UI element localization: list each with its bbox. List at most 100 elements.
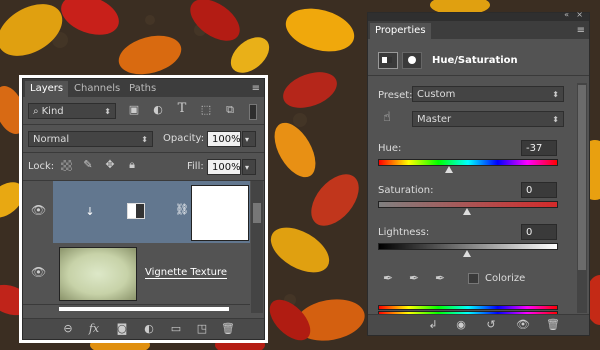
lock-pixels-brush-icon[interactable]: ✎ xyxy=(81,158,95,171)
scrollbar-thumb[interactable] xyxy=(253,203,261,223)
layers-scrollbar[interactable] xyxy=(251,181,263,313)
lock-label: Lock: xyxy=(28,161,55,172)
chevron-down-icon: ⬍ xyxy=(104,107,111,116)
layer-name[interactable]: Vignette Texture xyxy=(145,267,228,279)
blend-mode-value: Normal xyxy=(33,134,70,145)
divider xyxy=(23,124,264,125)
eye-icon[interactable]: 👁︎ xyxy=(31,265,46,279)
eyedropper-minus-icon[interactable]: ✒ xyxy=(432,271,448,285)
filter-kind-label: Kind xyxy=(41,106,64,117)
filter-toggle[interactable] xyxy=(249,104,257,120)
opacity-label: Opacity: xyxy=(163,133,205,144)
smart-object-filter-icon[interactable]: ⧉ xyxy=(223,103,237,117)
adjustment-icon[interactable]: ◐ xyxy=(140,322,158,336)
colorize-label: Colorize xyxy=(485,273,526,284)
lock-transparent-icon[interactable] xyxy=(61,160,72,171)
hue-input[interactable]: -37 xyxy=(521,140,557,156)
layer-row-vignette-texture[interactable]: 👁︎ Vignette Texture xyxy=(23,243,250,305)
fill-label: Fill: xyxy=(187,161,204,172)
visibility-eye-icon[interactable]: 👁︎ xyxy=(514,318,532,332)
panel-menu-icon[interactable]: ≡ xyxy=(252,83,260,94)
eye-icon[interactable]: 👁︎ xyxy=(31,203,46,217)
clip-to-layer-icon[interactable]: ↲ xyxy=(424,318,442,332)
chevron-down-icon: ▾ xyxy=(245,135,250,144)
tab-properties[interactable]: Properties xyxy=(370,23,431,39)
new-layer-icon[interactable]: ◳ xyxy=(193,322,211,336)
hue-saturation-layer-icon xyxy=(127,203,145,219)
shape-filter-icon[interactable]: ⬚ xyxy=(199,103,213,116)
preset-select[interactable]: Custom ⬍ xyxy=(412,86,564,102)
partial-layer-row xyxy=(59,307,229,311)
mask-glyph xyxy=(408,56,416,64)
filter-kind-select[interactable]: ⌕ Kind ⬍ xyxy=(28,103,116,119)
layers-panel: Layers Channels Paths ≡ ⌕ Kind ⬍ ▣ ◐ T ⬚ … xyxy=(19,75,268,343)
opacity-input[interactable]: 100% xyxy=(207,131,241,147)
layer-row-hue-saturation[interactable]: 👁︎ ↓ ⛓︎ xyxy=(23,181,250,243)
lock-all-icon[interactable]: 🔒︎ xyxy=(125,158,139,172)
layer-mask-thumbnail[interactable] xyxy=(191,185,249,241)
chevron-down-icon: ⬍ xyxy=(141,135,148,144)
trash-icon[interactable]: 🗑︎ xyxy=(544,318,562,332)
mask-link-icon[interactable]: ⛓︎ xyxy=(175,203,189,216)
lightness-input[interactable]: 0 xyxy=(521,224,557,240)
properties-tab-bar: Properties ≡ xyxy=(368,21,589,39)
hue-label: Hue: xyxy=(378,143,402,154)
lightness-slider-track[interactable] xyxy=(378,243,558,250)
mask-mode-icon[interactable] xyxy=(402,52,422,69)
properties-panel: « × Properties ≡ Hue/Saturation Preset: … xyxy=(367,10,590,336)
channel-select[interactable]: Master ⬍ xyxy=(412,111,564,127)
link-icon[interactable]: ⊖ xyxy=(59,322,77,336)
mask-icon[interactable]: ◙ xyxy=(113,322,131,336)
view-previous-state-icon[interactable]: ◉ xyxy=(452,318,470,332)
lock-position-move-icon[interactable]: ✥ xyxy=(103,158,117,171)
layers-tab-bar: Layers Channels Paths ≡ xyxy=(23,79,264,97)
close-icon[interactable]: × xyxy=(576,10,583,19)
tab-layers[interactable]: Layers xyxy=(25,81,69,97)
adjustment-mode-icon[interactable] xyxy=(378,52,398,69)
colorize-checkbox[interactable] xyxy=(468,273,479,284)
eyedropper-plus-icon[interactable]: ✒ xyxy=(406,271,422,285)
adjustment-filter-icon[interactable]: ◐ xyxy=(151,103,165,116)
chevron-down-icon: ⬍ xyxy=(552,115,559,124)
collapse-icon[interactable]: « xyxy=(564,10,569,19)
tab-paths[interactable]: Paths xyxy=(124,81,161,97)
folder-icon[interactable]: ▭ xyxy=(167,322,185,336)
properties-scrollbar[interactable] xyxy=(577,83,587,313)
color-range-bar-top xyxy=(378,305,558,310)
clip-arrow-icon: ↓ xyxy=(85,205,95,218)
type-filter-icon[interactable]: T xyxy=(175,101,189,116)
channel-value: Master xyxy=(417,114,452,125)
saturation-slider-thumb[interactable] xyxy=(463,208,471,215)
reset-icon[interactable]: ↺ xyxy=(482,318,500,332)
pixel-filter-icon[interactable]: ▣ xyxy=(127,103,141,116)
blend-mode-select[interactable]: Normal ⬍ xyxy=(28,131,153,147)
properties-bottom-toolbar: ↲ ◉ ↺ 👁︎ 🗑︎ xyxy=(368,314,589,335)
targeted-adjustment-hand-icon[interactable]: ☝︎ xyxy=(378,110,396,125)
scrollbar-thumb[interactable] xyxy=(578,85,586,270)
trash-icon[interactable]: 🗑︎ xyxy=(219,322,237,336)
chevron-down-icon: ⬍ xyxy=(552,90,559,99)
hue-slider-track[interactable] xyxy=(378,159,558,166)
panel-title-strip: « × xyxy=(368,10,589,21)
lightness-label: Lightness: xyxy=(378,227,430,238)
tab-channels[interactable]: Channels xyxy=(69,81,125,97)
layer-thumbnail xyxy=(59,247,137,301)
saturation-input[interactable]: 0 xyxy=(521,182,557,198)
divider xyxy=(368,75,589,76)
search-icon: ⌕ xyxy=(33,106,39,117)
eyedropper-icon[interactable]: ✒ xyxy=(380,271,396,285)
fill-dropdown-button[interactable]: ▾ xyxy=(242,159,256,175)
preset-value: Custom xyxy=(417,89,456,100)
divider xyxy=(23,152,264,153)
panel-menu-icon[interactable]: ≡ xyxy=(577,25,585,36)
adjustment-title: Hue/Saturation xyxy=(432,55,518,66)
layers-bottom-toolbar: ⊖ fx ◙ ◐ ▭ ◳ 🗑︎ xyxy=(23,318,264,339)
chevron-down-icon: ▾ xyxy=(245,163,250,172)
hue-saturation-glyph xyxy=(382,57,392,63)
hue-slider-thumb[interactable] xyxy=(445,166,454,173)
fx-icon[interactable]: fx xyxy=(85,322,103,336)
fill-input[interactable]: 100% xyxy=(207,159,241,175)
saturation-slider-track[interactable] xyxy=(378,201,558,208)
lightness-slider-thumb[interactable] xyxy=(463,250,471,257)
opacity-dropdown-button[interactable]: ▾ xyxy=(242,131,256,147)
